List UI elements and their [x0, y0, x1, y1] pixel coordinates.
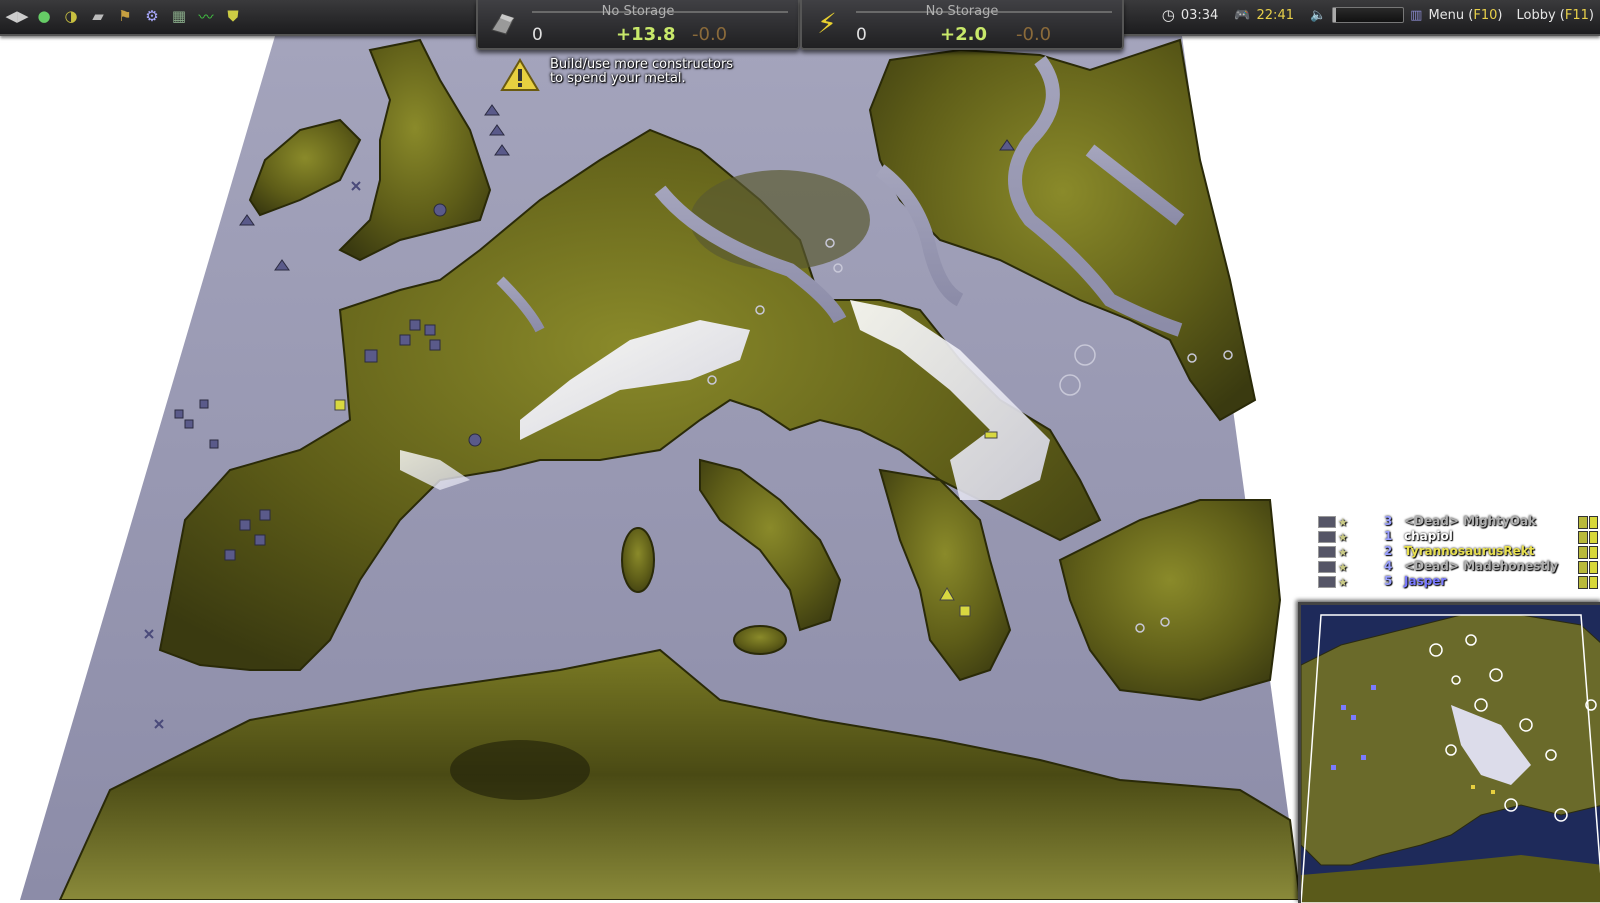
- energy-current: 0: [856, 25, 867, 45]
- player-team-id: 3: [1384, 514, 1393, 528]
- graph-icon[interactable]: 〰: [195, 5, 217, 27]
- gamepad-icon: 🎮: [1234, 7, 1251, 23]
- menu-button[interactable]: Menu (F10): [1428, 8, 1502, 23]
- player-metal-share-icon[interactable]: [1578, 516, 1588, 529]
- metal-overflow-warning: Build/use more constructors to spend you…: [500, 58, 760, 92]
- player-row[interactable]: ★ 1 chapiol: [1318, 529, 1600, 544]
- player-metal-share-icon[interactable]: [1578, 531, 1588, 544]
- player-team-id: 1: [1384, 529, 1393, 543]
- rank-icon: ★: [1338, 561, 1348, 574]
- warning-icon: [500, 58, 540, 91]
- energy-income: +2.0: [940, 24, 987, 45]
- player-name: chapiol: [1404, 529, 1453, 543]
- player-metal-share-icon[interactable]: [1578, 561, 1588, 574]
- player-row[interactable]: ★ 5 Jasper: [1318, 574, 1600, 589]
- player-energy-share-icon[interactable]: [1589, 561, 1598, 574]
- country-flag-icon: [1318, 576, 1336, 588]
- top-bar-tools: ◀▶ ● ◑ ▰ ⚑ ⚙ ▦ 〰 ⛊: [5, 5, 244, 27]
- eraser-icon[interactable]: ▰: [87, 5, 109, 27]
- player-list: ★ 3 <Dead> MightyOak ★ 1 chapiol ★ 2 Tyrannosaur…: [1318, 514, 1600, 589]
- player-name: Jasper: [1404, 574, 1447, 588]
- language-flag-icon[interactable]: ▥: [1410, 8, 1422, 23]
- metal-storage-label: No Storage: [601, 4, 675, 19]
- minimap-terrain: [1301, 605, 1600, 903]
- player-team-id: 5: [1384, 574, 1393, 588]
- country-flag-icon: [1318, 546, 1336, 558]
- game-time: 03:34: [1180, 7, 1219, 23]
- energy-storage-label: No Storage: [925, 4, 999, 19]
- rank-icon: ★: [1338, 516, 1348, 529]
- clock-icon: ◷: [1161, 6, 1175, 24]
- metal-resource-panel: No Storage 0 +13.8 -0.0: [476, 0, 800, 50]
- energy-expense: -0.0: [1016, 24, 1052, 45]
- warning-text: Build/use more constructors to spend you…: [550, 57, 734, 86]
- player-team-id: 4: [1384, 559, 1393, 573]
- player-energy-share-icon[interactable]: [1589, 576, 1598, 589]
- country-flag-icon: [1318, 531, 1336, 543]
- player-energy-share-icon[interactable]: [1589, 516, 1598, 529]
- chart-orb-icon[interactable]: ◑: [60, 5, 82, 27]
- play-pause-icon[interactable]: ◀▶: [5, 5, 28, 27]
- player-team-id: 2: [1384, 544, 1393, 558]
- settings-cog-icon[interactable]: ⚙: [141, 5, 163, 27]
- speaker-icon[interactable]: 🔈: [1310, 8, 1326, 23]
- shield-icon[interactable]: ⛊: [222, 5, 244, 27]
- player-energy-share-icon[interactable]: [1589, 546, 1598, 559]
- lobby-button[interactable]: Lobby (F11): [1517, 8, 1595, 23]
- flag-icon[interactable]: ⚑: [114, 5, 136, 27]
- player-row[interactable]: ★ 2 TyrannosaurusRekt: [1318, 544, 1600, 559]
- metal-expense: -0.0: [692, 24, 728, 45]
- rank-icon: ★: [1338, 576, 1348, 589]
- green-orb-icon[interactable]: ●: [33, 5, 55, 27]
- country-flag-icon: [1318, 561, 1336, 573]
- top-bar-right: ◷ 03:34 🎮 22:41 🔈 ▥ Menu (F10) Lobby (F1…: [1162, 6, 1594, 24]
- energy-resource-panel: ⚡ No Storage 0 +2.0 -0.0: [800, 0, 1124, 50]
- factory-icon[interactable]: ▦: [168, 5, 190, 27]
- player-row[interactable]: ★ 3 <Dead> MightyOak: [1318, 514, 1600, 529]
- player-metal-share-icon[interactable]: [1578, 576, 1588, 589]
- player-energy-share-icon[interactable]: [1589, 531, 1598, 544]
- minimap[interactable]: [1298, 602, 1600, 903]
- country-flag-icon: [1318, 516, 1336, 528]
- fps-counter: 22:41: [1256, 7, 1294, 23]
- rank-icon: ★: [1338, 546, 1348, 559]
- player-name: <Dead> Madehonestly: [1404, 559, 1559, 573]
- player-name: TyrannosaurusRekt: [1404, 544, 1535, 558]
- metal-income: +13.8: [616, 24, 676, 45]
- player-row[interactable]: ★ 4 <Dead> Madehonestly: [1318, 559, 1600, 574]
- rank-icon: ★: [1338, 531, 1348, 544]
- player-metal-share-icon[interactable]: [1578, 546, 1588, 559]
- metal-current: 0: [532, 25, 543, 45]
- player-name: <Dead> MightyOak: [1404, 514, 1537, 528]
- volume-slider[interactable]: [1332, 7, 1405, 23]
